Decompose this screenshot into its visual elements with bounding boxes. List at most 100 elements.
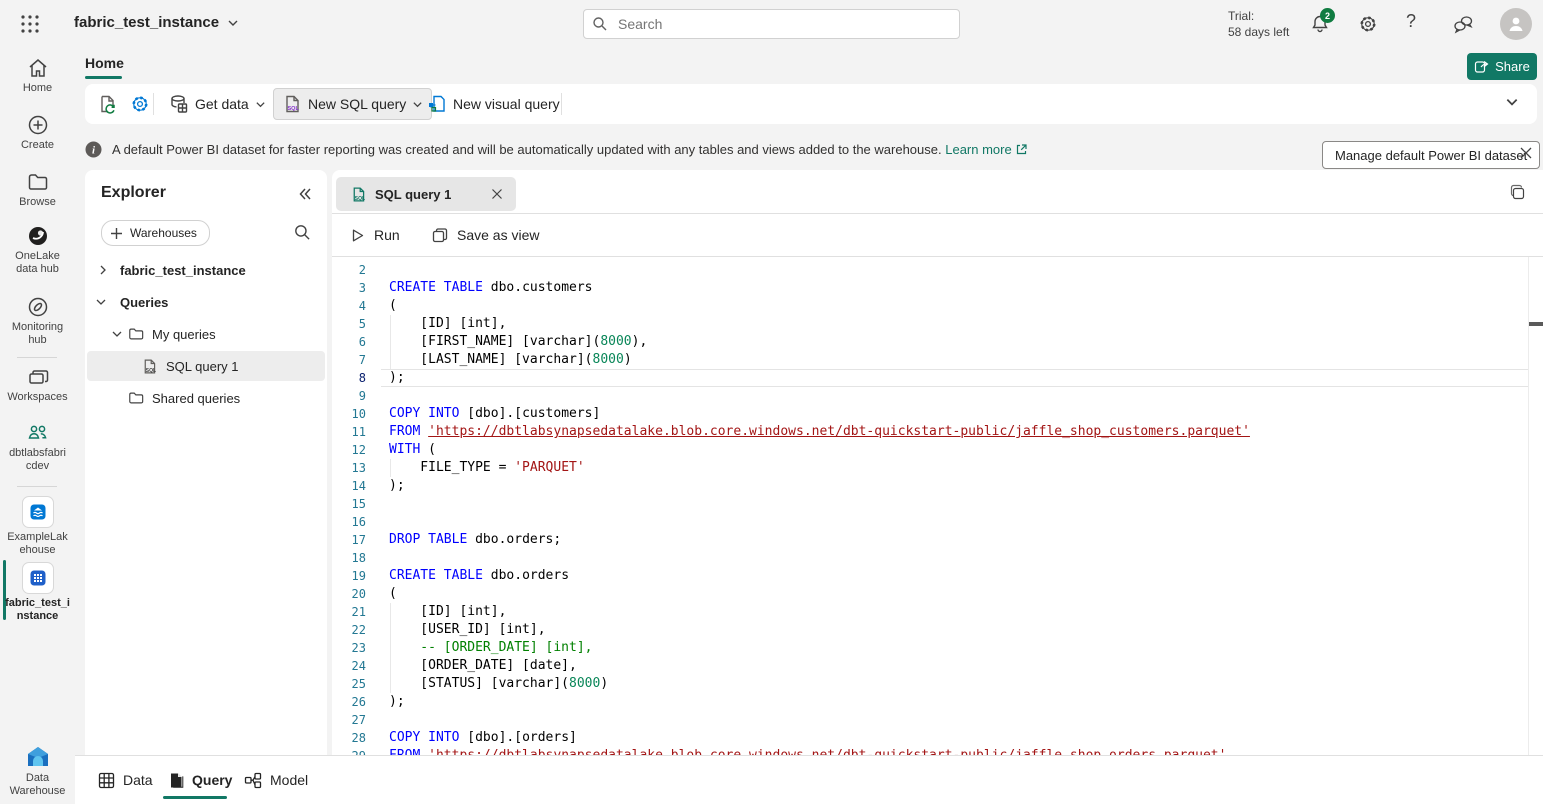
tree-item-queries[interactable]: Queries — [87, 287, 325, 317]
code-line[interactable]: 8); — [332, 369, 1543, 387]
help-button[interactable]: ? — [1406, 11, 1426, 31]
notification-badge: 2 — [1320, 8, 1335, 23]
collapse-explorer-button[interactable] — [297, 186, 313, 202]
tab-home[interactable]: Home — [85, 55, 124, 71]
new-warehouse-button[interactable]: Warehouses — [101, 220, 210, 246]
notifications-button[interactable]: 2 — [1310, 14, 1330, 34]
get-data-button[interactable]: Get data — [161, 88, 274, 120]
search-box[interactable] — [583, 9, 960, 39]
code-line[interactable]: 15 — [332, 495, 1543, 513]
tab-sql-query-1[interactable]: SQL SQL query 1 — [336, 177, 516, 211]
line-number: 8 — [336, 369, 366, 387]
tree-item-warehouse[interactable]: fabric_test_instance — [87, 255, 325, 285]
rail-item-workspaces[interactable]: Workspaces — [0, 366, 75, 404]
chevron-down-icon — [1505, 95, 1519, 109]
external-link-icon[interactable] — [1015, 143, 1028, 156]
code-line[interactable]: 14); — [332, 477, 1543, 495]
code-line[interactable]: 18 — [332, 549, 1543, 567]
rail-divider — [17, 357, 57, 358]
line-number: 15 — [336, 495, 366, 513]
tree-item-shared-queries[interactable]: Shared queries — [87, 383, 325, 413]
data-warehouse-icon — [25, 745, 51, 769]
line-number: 25 — [336, 675, 366, 693]
settings-button[interactable] — [1358, 14, 1378, 34]
code-line[interactable]: 11FROM 'https://dbtlabsynapsedatalake.bl… — [332, 423, 1543, 441]
toolbar-divider — [153, 93, 154, 115]
line-number: 16 — [336, 513, 366, 531]
banner-message: A default Power BI dataset for faster re… — [112, 142, 1028, 157]
home-icon — [27, 57, 49, 79]
feedback-button[interactable] — [1452, 14, 1472, 34]
editor-overview-ruler[interactable] — [1528, 257, 1529, 755]
code-line[interactable]: 24 [ORDER_DATE] [date], — [332, 657, 1543, 675]
code-line[interactable]: 27 — [332, 711, 1543, 729]
collapse-ribbon-button[interactable] — [1505, 95, 1523, 113]
rail-item-examplelakehouse[interactable]: ExampleLak ehouse — [0, 496, 75, 557]
view-tab-model[interactable]: Model — [244, 756, 308, 804]
code-line[interactable]: 13 FILE_TYPE = 'PARQUET' — [332, 459, 1543, 477]
code-line[interactable]: 3CREATE TABLE dbo.customers — [332, 279, 1543, 297]
rail-item-onelake-data-hub[interactable]: OneLake data hub — [0, 225, 75, 276]
explorer-search-button[interactable] — [294, 224, 311, 241]
code-line[interactable]: 4( — [332, 297, 1543, 315]
rail-item-home[interactable]: Home — [0, 57, 75, 95]
code-line[interactable]: 16 — [332, 513, 1543, 531]
code-line[interactable]: 26); — [332, 693, 1543, 711]
tree-item-my-queries[interactable]: My queries — [87, 319, 325, 349]
chevron-down-icon — [95, 296, 107, 308]
code-line[interactable]: 25 [STATUS] [varchar](8000) — [332, 675, 1543, 693]
code-line[interactable]: 5 [ID] [int], — [332, 315, 1543, 333]
code-line[interactable]: 21 [ID] [int], — [332, 603, 1543, 621]
close-tab-button[interactable] — [490, 187, 504, 201]
view-tab-data[interactable]: Data — [98, 756, 153, 804]
app-launcher-icon[interactable] — [20, 14, 40, 34]
workspace-title-menu[interactable]: fabric_test_instance — [74, 14, 239, 31]
folder-icon — [128, 390, 144, 406]
code-line[interactable]: 23 -- [ORDER_DATE] [int], — [332, 639, 1543, 657]
copy-button[interactable] — [1509, 184, 1526, 201]
share-button[interactable]: Share — [1467, 53, 1537, 80]
account-avatar[interactable] — [1500, 8, 1532, 40]
new-visual-query-button[interactable]: New visual query — [419, 88, 568, 120]
code-line[interactable]: 29FROM 'https://dbtlabsynapsedatalake.bl… — [332, 747, 1543, 755]
code-line[interactable]: 6 [FIRST_NAME] [varchar](8000), — [332, 333, 1543, 351]
workspace-people-icon — [26, 422, 50, 444]
code-line[interactable]: 17DROP TABLE dbo.orders; — [332, 531, 1543, 549]
search-input[interactable] — [616, 15, 951, 33]
rail-item-browse[interactable]: Browse — [0, 171, 75, 209]
code-line[interactable]: 12WITH ( — [332, 441, 1543, 459]
code-line[interactable]: 10COPY INTO [dbo].[customers] — [332, 405, 1543, 423]
line-number: 20 — [336, 585, 366, 603]
question-icon: ? — [1406, 11, 1416, 31]
play-icon — [350, 228, 365, 243]
gear-icon — [1358, 14, 1378, 34]
code-line[interactable]: 22 [USER_ID] [int], — [332, 621, 1543, 639]
code-line[interactable]: 28COPY INTO [dbo].[orders] — [332, 729, 1543, 747]
rail-item-dbtlabsfabricdev[interactable]: dbtlabsfabri cdev — [0, 422, 75, 473]
code-line[interactable]: 2 — [332, 261, 1543, 279]
run-button[interactable]: Run — [342, 220, 408, 250]
tree-item-sql-query-1[interactable]: SQL SQL query 1 — [87, 351, 325, 381]
refresh-source-button[interactable] — [90, 88, 126, 120]
save-as-view-button[interactable]: Save as view — [424, 220, 547, 250]
banner-close-button[interactable] — [1518, 145, 1536, 163]
sql-code-editor[interactable]: 23CREATE TABLE dbo.customers4(5 [ID] [in… — [332, 257, 1543, 755]
rail-item-create[interactable]: Create — [0, 114, 75, 152]
new-sql-query-button[interactable]: SQL New SQL query — [273, 88, 432, 120]
code-line[interactable]: 19CREATE TABLE dbo.orders — [332, 567, 1543, 585]
code-line[interactable]: 9 — [332, 387, 1543, 405]
line-number: 11 — [336, 423, 366, 441]
rail-item-fabric-test-instance[interactable]: fabric_test_i nstance — [0, 562, 75, 623]
rail-item-data-warehouse[interactable]: Data Warehouse — [0, 745, 75, 798]
rail-item-monitoring-hub[interactable]: Monitoring hub — [0, 296, 75, 347]
folder-icon — [128, 326, 144, 342]
line-number: 14 — [336, 477, 366, 495]
line-number: 17 — [336, 531, 366, 549]
ribbon-toolbar: Get data SQL New SQL query New visual qu… — [85, 84, 1537, 124]
learn-more-link[interactable]: Learn more — [945, 142, 1011, 157]
code-line[interactable]: 20( — [332, 585, 1543, 603]
left-navigation-rail: Home Create Browse OneLake data hub Moni… — [0, 48, 75, 804]
save-as-view-icon — [432, 227, 448, 243]
code-line[interactable]: 7 [LAST_NAME] [varchar](8000) — [332, 351, 1543, 369]
manage-default-dataset-button[interactable]: Manage default Power BI dataset — [1322, 141, 1540, 169]
